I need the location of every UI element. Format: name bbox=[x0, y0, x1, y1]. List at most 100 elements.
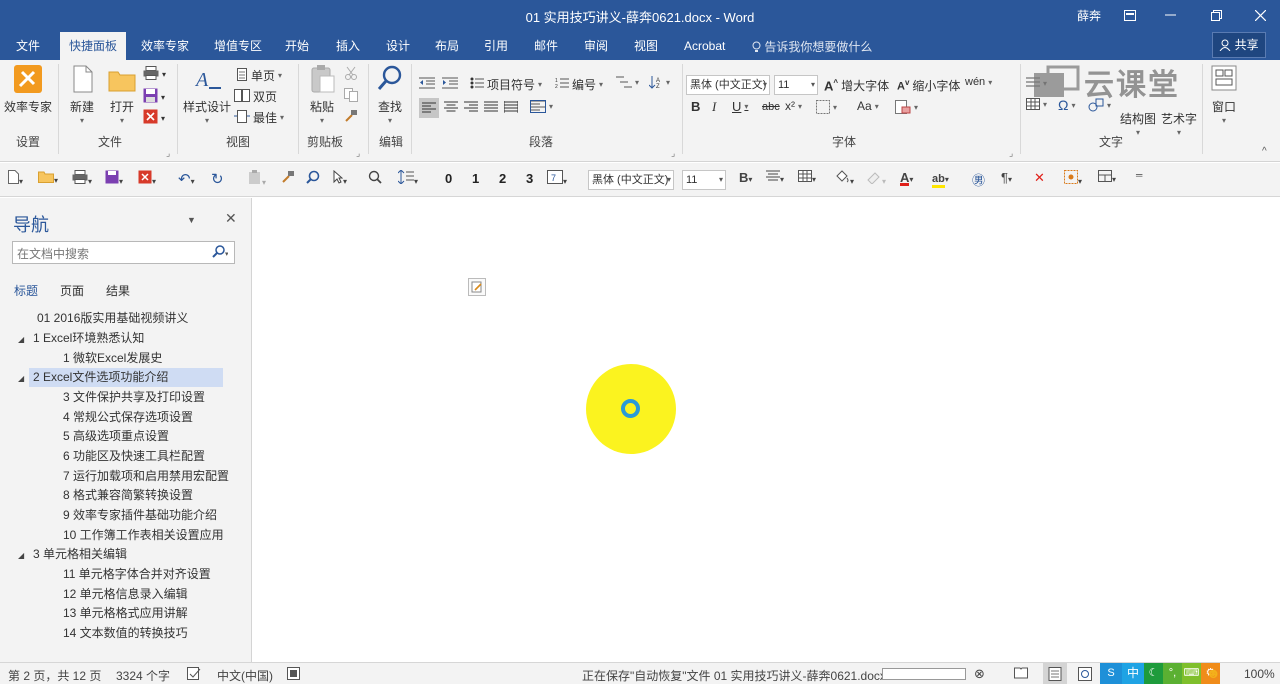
decrease-indent-icon[interactable] bbox=[419, 77, 435, 89]
qat-font-name-combo[interactable]: 黑体 (中文正文) ▾ bbox=[588, 170, 674, 190]
dialog-launcher-icon[interactable]: ⌟ bbox=[1009, 148, 1013, 159]
nav-heading[interactable]: 01 2016版实用基础视频讲义 bbox=[37, 309, 188, 328]
close-doc-icon[interactable]: ▾ bbox=[138, 170, 156, 187]
font-name-combo[interactable]: 黑体 (中文正文) ▾ bbox=[686, 75, 770, 95]
find-button[interactable]: 查找 ▾ bbox=[374, 64, 406, 125]
tab-quick-panel[interactable]: 快捷面板 bbox=[60, 32, 127, 60]
page-setup-icon[interactable]: 7 ▾ bbox=[547, 170, 567, 187]
word-count[interactable]: 3324 个字 bbox=[116, 667, 170, 684]
ribbon-display-options-icon[interactable] bbox=[1110, 0, 1150, 30]
search-icon[interactable]: ▾ bbox=[212, 245, 229, 261]
proofing-icon[interactable] bbox=[187, 667, 201, 683]
tab-home[interactable]: 开始 bbox=[276, 32, 318, 60]
nav-tab-results[interactable]: 结果 bbox=[106, 282, 130, 299]
numbering-button[interactable]: 12 编号 ▾ bbox=[555, 76, 603, 93]
open-folder-icon[interactable]: ▾ bbox=[38, 170, 58, 186]
tab-references[interactable]: 引用 bbox=[475, 32, 517, 60]
distributed-icon[interactable] bbox=[504, 101, 518, 113]
nav-options-icon[interactable]: ▼ bbox=[187, 215, 196, 225]
dialog-launcher-icon[interactable]: ⌟ bbox=[166, 148, 170, 159]
clear-format-icon[interactable]: ▾ bbox=[895, 100, 918, 114]
nav-heading[interactable]: 6 功能区及快速工具栏配置 bbox=[63, 447, 205, 466]
dialog-launcher-icon[interactable]: ⌟ bbox=[671, 148, 675, 159]
copy-icon[interactable] bbox=[344, 88, 358, 102]
tab-design[interactable]: 设计 bbox=[377, 32, 419, 60]
nav-heading[interactable]: 13 单元格格式应用讲解 bbox=[63, 604, 188, 623]
print-button[interactable]: ▾ bbox=[143, 66, 166, 83]
chevron-down-icon[interactable]: ▾ bbox=[1177, 128, 1181, 137]
macro-record-icon[interactable] bbox=[287, 667, 300, 683]
redo-icon[interactable]: ↻ bbox=[211, 170, 224, 188]
nav-heading[interactable]: 3 文件保护共享及打印设置 bbox=[63, 388, 205, 407]
settings-icon[interactable]: ▾ bbox=[1064, 170, 1082, 187]
nav-heading[interactable]: 1 Excel环境熟悉认知 bbox=[33, 329, 144, 348]
ime-logo-icon[interactable]: S bbox=[1100, 663, 1122, 684]
nav-heading[interactable]: 9 效率专家插件基础功能介绍 bbox=[63, 506, 217, 525]
cancel-save-icon[interactable]: ⊗ bbox=[974, 666, 985, 682]
close-window-icon[interactable] bbox=[1240, 0, 1280, 30]
collapse-triangle-icon[interactable]: ◢ bbox=[18, 335, 24, 344]
grow-font-button[interactable]: A^ 增大字体 bbox=[824, 77, 889, 94]
tab-insert[interactable]: 插入 bbox=[327, 32, 369, 60]
nav-heading[interactable]: 10 工作簿工作表相关设置应用 bbox=[63, 526, 224, 545]
nav-tab-pages[interactable]: 页面 bbox=[60, 282, 84, 299]
phonetic-guide-icon[interactable]: wén ▾ bbox=[965, 76, 992, 88]
new-doc-icon[interactable]: ▾ bbox=[8, 170, 23, 187]
close-icon[interactable]: ✕ bbox=[225, 210, 237, 227]
bold-icon[interactable]: B bbox=[691, 99, 700, 114]
minimize-icon[interactable] bbox=[1150, 0, 1190, 30]
style-design-button[interactable]: A 样式设计 ▾ bbox=[183, 64, 231, 125]
nav-heading[interactable]: 8 格式兼容简繁转换设置 bbox=[63, 486, 193, 505]
underline-icon[interactable]: U ▾ bbox=[732, 99, 748, 114]
format-brush-icon[interactable] bbox=[281, 170, 295, 187]
new-button[interactable]: 新建 ▾ bbox=[66, 64, 98, 125]
collapse-triangle-icon[interactable]: ◢ bbox=[18, 551, 24, 560]
save-button[interactable]: ▾ bbox=[143, 88, 165, 106]
bold-icon[interactable]: B▾ bbox=[739, 170, 752, 185]
single-page-button[interactable]: 单页 ▾ bbox=[236, 67, 282, 84]
qat-font-size-combo[interactable]: 11 ▾ bbox=[682, 170, 726, 190]
moon-icon[interactable]: ☾ bbox=[1144, 663, 1163, 684]
double-page-button[interactable]: 双页 bbox=[234, 88, 277, 105]
align-center-icon[interactable] bbox=[444, 101, 458, 113]
italic-icon[interactable]: I bbox=[712, 99, 716, 115]
bullets-button[interactable]: 项目符号 ▾ bbox=[470, 76, 542, 93]
user-name[interactable]: 薛奔 bbox=[1077, 7, 1101, 24]
line-spacing-icon[interactable]: ▾ bbox=[397, 169, 418, 187]
page-count[interactable]: 第 2 页，共 12 页 bbox=[8, 667, 101, 684]
punctuation-icon[interactable]: °, bbox=[1163, 663, 1182, 684]
heading-level-0-button[interactable]: 0 bbox=[445, 171, 452, 186]
save-icon[interactable]: ▾ bbox=[105, 170, 123, 187]
delete-icon[interactable]: ✕ bbox=[1034, 170, 1045, 186]
tab-mailings[interactable]: 邮件 bbox=[525, 32, 567, 60]
ime-toolbar[interactable]: S 中 ☾ °, ⌨ ⚙ bbox=[1100, 663, 1220, 684]
keyboard-icon[interactable]: ⌨ bbox=[1182, 663, 1201, 684]
structure-diagram-button[interactable]: 结构图 bbox=[1120, 110, 1156, 128]
cut-icon[interactable] bbox=[344, 66, 358, 80]
open-button[interactable]: 打开 ▾ bbox=[106, 64, 138, 125]
print-icon[interactable]: ▾ bbox=[72, 170, 92, 187]
best-fit-button[interactable]: 最佳 ▾ bbox=[234, 109, 284, 126]
document-canvas[interactable] bbox=[253, 198, 1280, 662]
nav-heading[interactable]: 11 单元格字体合并对齐设置 bbox=[63, 565, 211, 584]
justify-icon[interactable] bbox=[484, 101, 498, 113]
nav-heading[interactable]: 1 微软Excel发展史 bbox=[63, 349, 162, 368]
tab-acrobat[interactable]: Acrobat bbox=[675, 32, 734, 60]
fill-color-icon[interactable]: ▾ bbox=[834, 170, 854, 187]
art-text-button[interactable]: 艺术字 bbox=[1160, 110, 1198, 128]
nav-heading[interactable]: 5 高级选项重点设置 bbox=[63, 427, 169, 446]
paste-button[interactable]: 粘贴 ▾ bbox=[304, 64, 340, 125]
paragraph-mark-icon[interactable]: ¶▾ bbox=[1001, 170, 1012, 185]
share-button[interactable]: 共享 bbox=[1212, 32, 1266, 58]
chinese-layout-icon[interactable]: ㊚ bbox=[972, 170, 985, 189]
nav-tab-headings[interactable]: 标题 bbox=[14, 282, 38, 299]
collapse-triangle-icon[interactable]: ◢ bbox=[18, 374, 24, 383]
zoom-level[interactable]: 100% bbox=[1244, 667, 1275, 681]
web-layout-icon[interactable] bbox=[1078, 667, 1092, 684]
line-spacing-icon[interactable]: ▾ bbox=[530, 100, 553, 113]
sort-icon[interactable]: A Z ▾ bbox=[649, 76, 670, 89]
increase-indent-icon[interactable] bbox=[442, 77, 458, 89]
zoom-icon[interactable] bbox=[368, 170, 382, 187]
chevron-down-icon[interactable]: ▾ bbox=[1136, 128, 1140, 137]
nav-heading[interactable]: 7 运行加载项和启用禁用宏配置 bbox=[63, 467, 229, 486]
